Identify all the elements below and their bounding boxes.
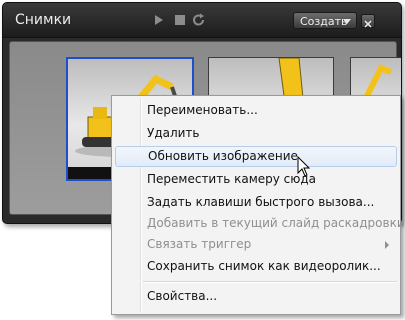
menu-item-set-shortcut[interactable]: Задать клавиши быстрого вызова...: [115, 192, 397, 213]
menu-item-move-camera-here[interactable]: Переместить камеру сюда: [115, 169, 397, 190]
menu-item-update-image[interactable]: Обновить изображение: [115, 146, 397, 167]
create-button[interactable]: Создать: [293, 12, 357, 29]
menu-item-properties[interactable]: Свойства...: [115, 286, 397, 307]
menu-item-rename[interactable]: Переименовать...: [115, 100, 397, 121]
chevron-right-icon: [385, 241, 389, 249]
stop-icon[interactable]: [173, 13, 187, 27]
play-icon[interactable]: [152, 13, 166, 27]
create-button-label: Создать: [300, 15, 348, 28]
menu-item-delete[interactable]: Удалить: [115, 123, 397, 144]
mouse-pointer-icon: [297, 156, 311, 177]
menu-item-add-to-storyboard: Добавить в текущий слайд раскадровки: [147, 216, 405, 230]
panel-title: Снимки: [15, 12, 72, 28]
menu-separator: [143, 281, 397, 283]
context-menu: Переименовать... Удалить Обновить изобра…: [111, 95, 405, 315]
close-icon: [364, 20, 372, 28]
menu-item-link-trigger-label: Связать триггер: [147, 237, 252, 251]
panel-titlebar: Снимки Создать: [3, 3, 401, 38]
menu-item-link-trigger: Связать триггер: [115, 234, 397, 255]
menu-item-save-as-video[interactable]: Сохранить снимок как видеоролик...: [115, 256, 397, 277]
close-button[interactable]: [361, 14, 375, 28]
chevron-down-icon: [343, 19, 351, 24]
refresh-icon[interactable]: [192, 13, 206, 27]
